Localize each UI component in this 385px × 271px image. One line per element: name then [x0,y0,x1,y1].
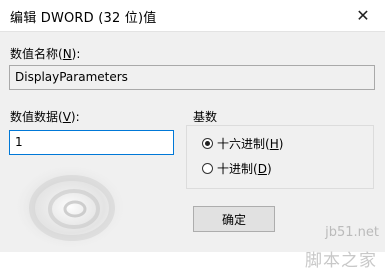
watermark-site-name: 脚本之家 [305,251,377,271]
radio-decimal-label: 十进制(D) [217,162,272,176]
close-button[interactable]: ✕ [341,0,385,31]
radio-hex-indicator [202,138,213,149]
radio-hex[interactable]: 十六进制(H) [202,135,283,152]
watermark-url: jb51.net [325,225,379,240]
decorative-swirl [12,163,128,251]
dialog-body: 数值名称(N): DisplayParameters 数值数据(V): 1 基数… [0,31,385,271]
value-name-field[interactable]: DisplayParameters [9,65,375,90]
value-data-label: 数值数据(V): [10,110,80,124]
base-group-title: 基数 [193,110,218,124]
window-title: 编辑 DWORD (32 位)值 [10,11,157,26]
title-bar: 编辑 DWORD (32 位)值 ✕ [0,0,385,31]
value-data-field[interactable]: 1 [9,130,174,155]
close-icon: ✕ [356,6,370,25]
value-name-label: 数值名称(N): [10,47,81,61]
radio-decimal-indicator [202,163,213,174]
radio-decimal[interactable]: 十进制(D) [202,160,272,177]
radio-hex-label: 十六进制(H) [217,137,284,151]
ok-button[interactable]: 确定 [193,206,275,232]
